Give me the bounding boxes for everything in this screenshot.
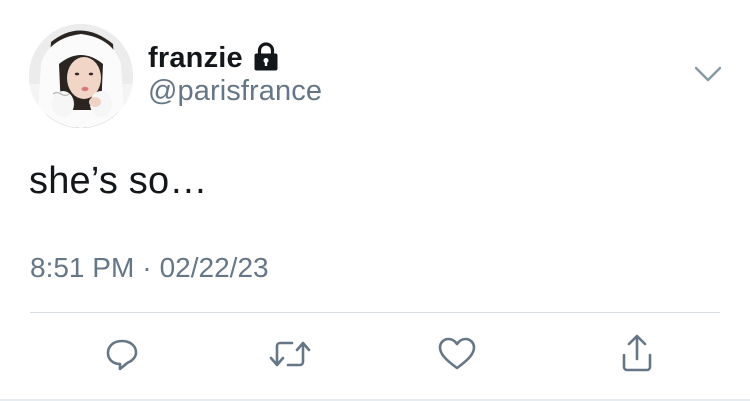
avatar[interactable] <box>29 24 133 128</box>
reply-button[interactable] <box>98 332 146 380</box>
chevron-down-icon[interactable] <box>692 62 724 86</box>
like-button[interactable] <box>433 332 481 380</box>
action-bar <box>0 332 750 382</box>
avatar-photo <box>29 24 133 128</box>
heart-icon <box>436 334 478 379</box>
lock-icon <box>253 42 279 74</box>
retweet-button[interactable] <box>266 332 314 380</box>
user-name-row: franzie <box>148 38 279 78</box>
tweet-card: franzie @parisfrance she’s so… 8:51 PM ·… <box>0 0 750 401</box>
tweet-time: 8:51 PM <box>30 252 135 283</box>
reply-icon <box>102 334 142 379</box>
retweet-icon <box>268 334 312 379</box>
tweet-text: she’s so… <box>29 160 208 202</box>
tweet-date: 02/22/23 <box>159 252 269 283</box>
timestamp-separator: · <box>142 252 152 283</box>
tweet-timestamp[interactable]: 8:51 PM · 02/22/23 <box>30 252 269 284</box>
share-icon <box>617 333 657 380</box>
user-handle[interactable]: @parisfrance <box>148 75 322 108</box>
display-name[interactable]: franzie <box>148 42 243 75</box>
share-button[interactable] <box>613 332 661 380</box>
divider <box>30 312 720 313</box>
